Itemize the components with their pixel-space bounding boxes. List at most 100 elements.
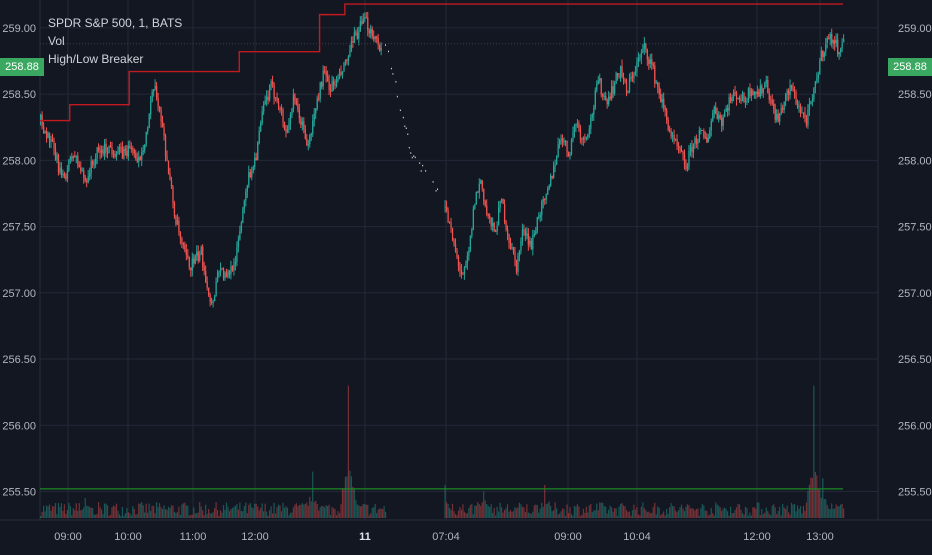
volume-bar xyxy=(747,515,750,518)
volume-bar xyxy=(765,507,767,518)
candle-body xyxy=(112,153,115,155)
volume-bar xyxy=(99,507,101,518)
volume-bar xyxy=(215,502,217,518)
volume-bar xyxy=(249,503,251,518)
candle-body xyxy=(752,90,754,95)
candle-body xyxy=(732,92,735,98)
candle-body xyxy=(236,246,238,262)
volume-bar xyxy=(124,513,126,518)
candle-body xyxy=(634,71,637,73)
volume-bar xyxy=(499,502,501,518)
candle-body xyxy=(639,57,641,59)
candle-body xyxy=(689,146,692,151)
candle-body xyxy=(209,295,211,302)
candle-body xyxy=(117,151,119,154)
candle-body xyxy=(545,194,547,200)
candle-body xyxy=(553,166,555,178)
volume-bar xyxy=(158,503,161,518)
volume-bar xyxy=(837,506,839,518)
candle-body xyxy=(469,235,472,251)
volume-bar xyxy=(315,500,317,518)
volume-bar xyxy=(505,508,507,518)
candle-body xyxy=(831,33,833,45)
volume-bar xyxy=(603,506,605,518)
price-chart[interactable]: 259.00 259.00 258.50 258.50 258.00 258.00 257.… xyxy=(0,0,932,550)
volume-bar xyxy=(303,504,305,518)
candle-body xyxy=(202,246,204,267)
volume-bar xyxy=(664,515,666,518)
volume-bar xyxy=(582,508,584,518)
volume-bar xyxy=(700,508,702,518)
volume-bar xyxy=(306,502,308,518)
volume-bar xyxy=(90,507,92,518)
candle-body xyxy=(588,128,591,135)
candle-body xyxy=(42,126,45,134)
volume-bar xyxy=(318,510,320,518)
candle-dot xyxy=(437,188,439,190)
y-tick-label-left: 258.50 xyxy=(2,89,36,101)
candle-body xyxy=(566,140,568,153)
candle-body xyxy=(674,139,677,141)
volume-bar xyxy=(746,508,748,518)
candle-body xyxy=(334,85,336,87)
volume-bar xyxy=(492,512,494,518)
volume-bar xyxy=(77,510,79,518)
candle-body xyxy=(169,173,171,180)
volume-bar xyxy=(828,508,830,518)
volume-bar xyxy=(689,508,692,518)
breaker-indicator-label[interactable]: High/Low Breaker xyxy=(48,50,182,68)
volume-bar xyxy=(288,515,290,518)
candle-body xyxy=(240,222,243,232)
x-tick-label: 07:04 xyxy=(432,531,460,543)
volume-bar xyxy=(566,504,568,518)
candle-body xyxy=(502,199,504,204)
candle-body xyxy=(737,97,739,100)
volume-indicator-label[interactable]: Vol xyxy=(48,32,182,50)
volume-bar xyxy=(770,515,772,518)
candle-body xyxy=(642,48,644,53)
volume-bar xyxy=(808,484,810,518)
volume-bar xyxy=(454,514,457,518)
volume-bar xyxy=(560,511,562,518)
candle-body xyxy=(175,216,177,225)
candle-body xyxy=(558,140,561,145)
candle-body xyxy=(211,301,213,304)
candle-body xyxy=(355,32,357,34)
volume-bar xyxy=(246,513,248,518)
volume-bar xyxy=(155,502,158,518)
volume-bar xyxy=(228,511,231,518)
volume-bar xyxy=(688,505,690,518)
volume-bar xyxy=(451,503,454,518)
chart-area[interactable]: 259.00 259.00 258.50 258.50 258.00 258.00 257.… xyxy=(0,0,932,550)
symbol-title[interactable]: SPDR S&P 500, 1, BATS xyxy=(48,14,182,32)
volume-bar xyxy=(176,511,179,518)
candle-body xyxy=(481,180,483,189)
candle-body xyxy=(780,108,782,115)
volume-bar xyxy=(289,512,292,518)
volume-bar xyxy=(141,502,143,518)
volume-bar xyxy=(42,505,45,518)
volume-bar xyxy=(581,514,583,518)
volume-bar xyxy=(84,498,86,518)
candle-body xyxy=(750,90,753,96)
candle-body xyxy=(219,268,222,272)
candle-body xyxy=(459,265,461,271)
candle-body xyxy=(594,90,596,108)
candle-body xyxy=(349,50,351,57)
volume-bar xyxy=(611,507,613,518)
volume-bar xyxy=(655,514,657,518)
volume-bar xyxy=(631,510,634,518)
volume-bar xyxy=(148,503,150,518)
volume-bar xyxy=(83,507,85,518)
volume-bar xyxy=(550,505,552,518)
volume-bar xyxy=(646,512,648,518)
volume-bar xyxy=(178,506,180,518)
candle-body xyxy=(206,281,208,288)
volume-bar xyxy=(383,506,385,518)
candle-body xyxy=(713,107,715,114)
candle-body xyxy=(297,104,299,110)
volume-bar xyxy=(588,505,590,518)
volume-bar xyxy=(512,510,515,518)
candle-body xyxy=(172,186,174,204)
volume-bar xyxy=(219,510,222,518)
